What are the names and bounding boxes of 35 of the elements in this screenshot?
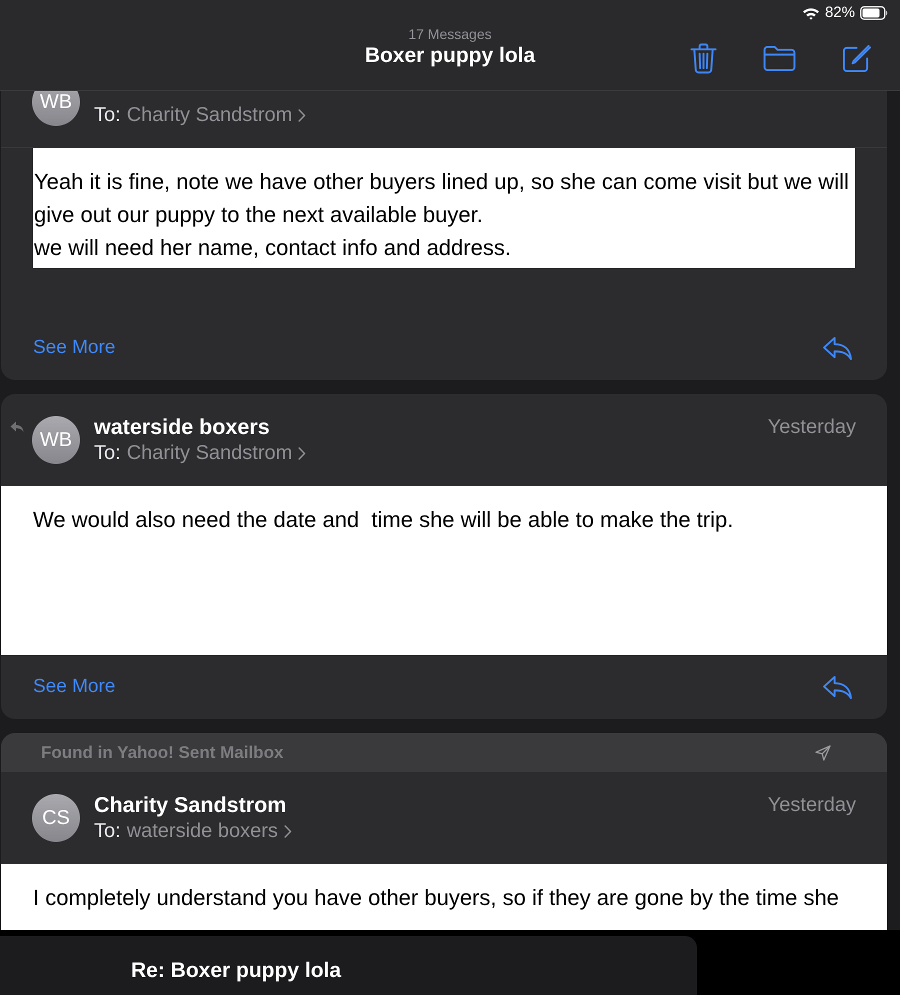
sender-name: waterside boxers (94, 414, 270, 440)
banner-text: Found in Yahoo! Sent Mailbox (41, 742, 284, 762)
message-date: Yesterday (768, 415, 856, 439)
body-text: I completely understand you have other buyers, so if they are gone by the time she (33, 885, 840, 911)
battery-icon (860, 6, 888, 20)
chevron-icon (298, 446, 306, 460)
body-text: we will need her name, contact info and address. (34, 234, 512, 262)
reply-icon[interactable] (822, 674, 853, 700)
battery-percentage: 82% (824, 4, 855, 22)
body-text: We would also need the date and time she will be able to make the trip. (33, 507, 734, 533)
see-more-link[interactable]: See More (33, 337, 116, 359)
message-count: 17 Messages (408, 26, 492, 43)
trash-icon[interactable] (690, 43, 717, 74)
reply-icon[interactable] (822, 336, 853, 360)
to-label: To: (94, 103, 121, 127)
chevron-icon (298, 108, 306, 122)
see-more-link[interactable]: See More (33, 676, 116, 698)
wifi-icon (802, 6, 820, 20)
to-label: To: (94, 441, 121, 465)
send-icon (815, 744, 831, 760)
avatar: CS (32, 794, 80, 842)
folder-icon[interactable] (763, 45, 796, 72)
recipient-name[interactable]: Charity Sandstrom (126, 441, 292, 465)
recipient-name[interactable]: Charity Sandstrom (126, 103, 292, 127)
to-label: To: (94, 819, 121, 843)
thread-title: Boxer puppy lola (364, 43, 536, 68)
sender-name: Charity Sandstrom (94, 792, 286, 818)
chevron-icon (284, 824, 292, 838)
avatar: WB (32, 416, 80, 464)
recipient-name[interactable]: waterside boxers (126, 819, 278, 843)
draft-tab[interactable]: Re: Boxer puppy lola (0, 936, 697, 995)
avatar: WB (32, 91, 80, 126)
body-text: Yeah it is fine, note we have other buyers lined up, so she can come visit but we will give out our puppy to the next available buyer. (34, 168, 850, 229)
message-date: Yesterday (768, 793, 856, 817)
compose-icon[interactable] (842, 44, 871, 73)
